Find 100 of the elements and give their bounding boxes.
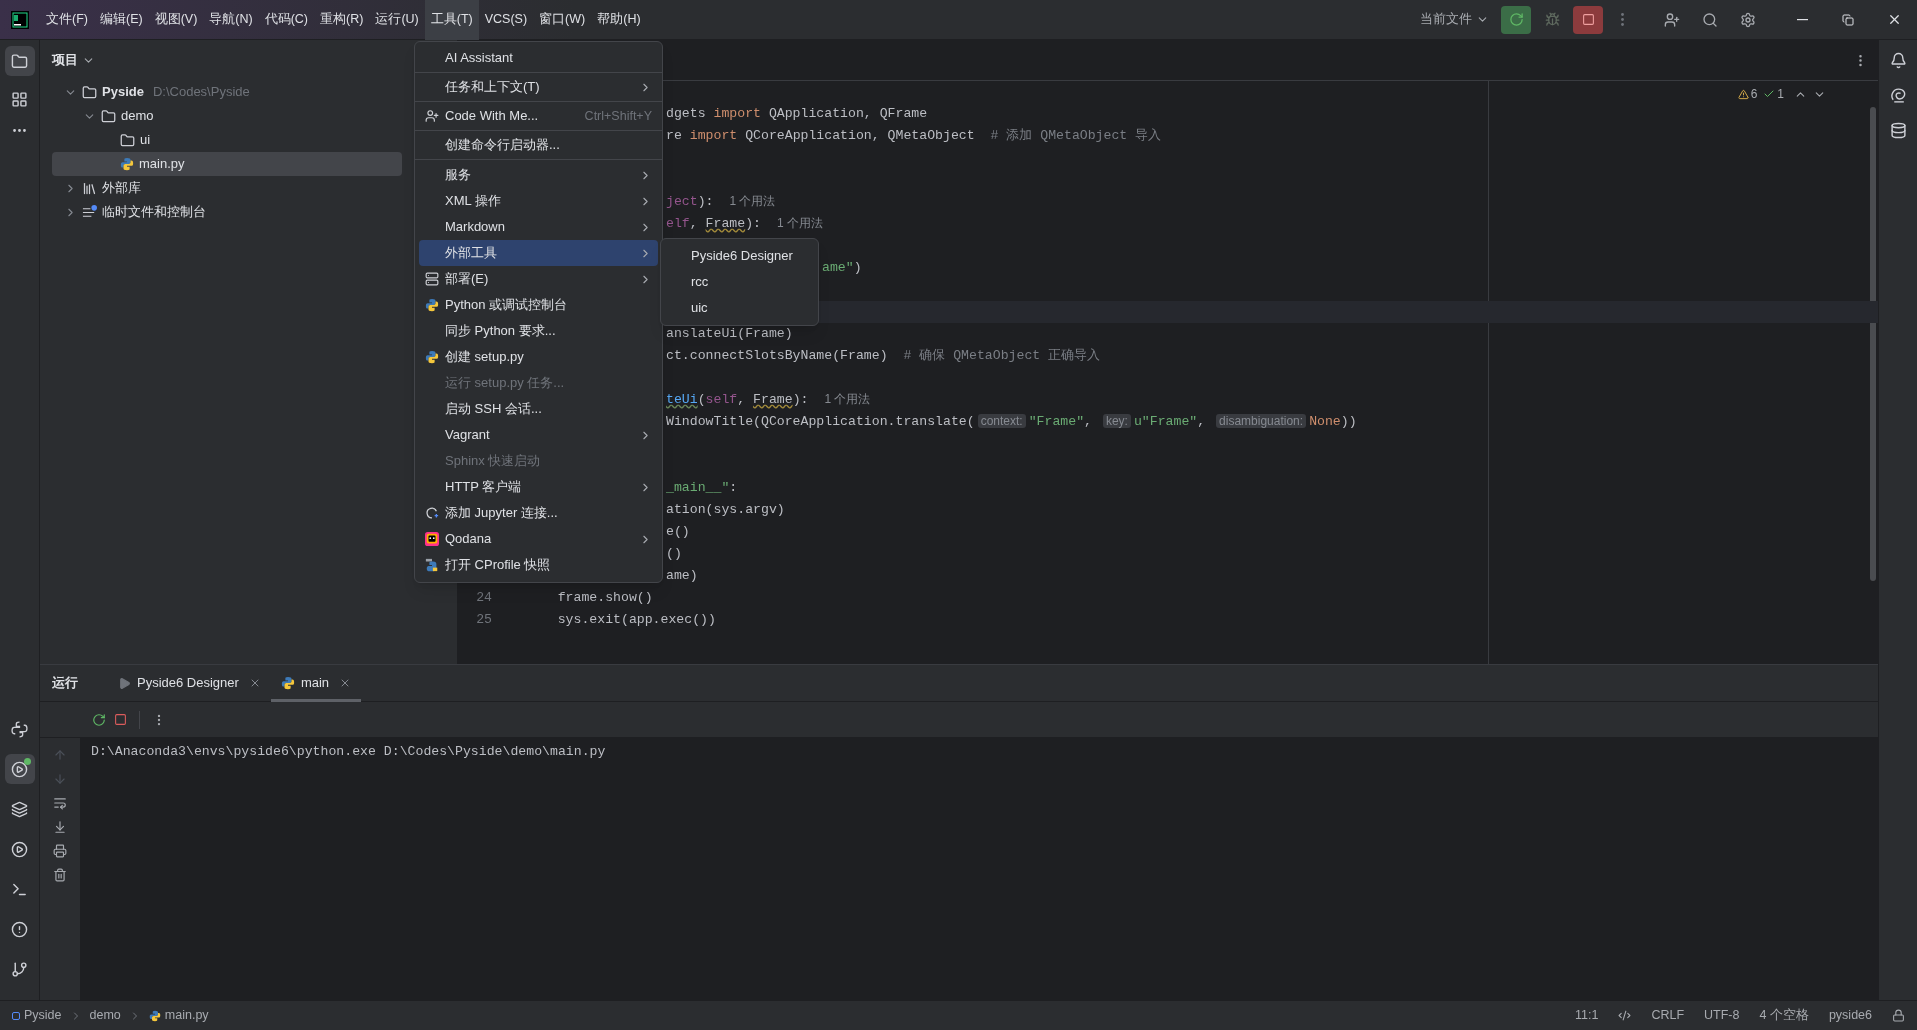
menu-item[interactable]: 启动 SSH 会话...	[419, 396, 658, 422]
file-encoding[interactable]: UTF-8	[1704, 1006, 1740, 1025]
tool-window-button[interactable]	[4, 46, 35, 76]
parameter-hint: context:	[977, 414, 1026, 429]
trash-icon[interactable]	[53, 868, 67, 882]
menu-item[interactable]: 编辑(E)	[93, 0, 149, 40]
menu-item[interactable]: 文件(F)	[40, 0, 94, 40]
wrap-icon[interactable]	[53, 796, 67, 810]
menu-item[interactable]: 服务	[419, 162, 658, 188]
user-plus-icon	[425, 109, 439, 123]
scratch-list-icon	[82, 204, 97, 220]
parameter-hint: disambiguation:	[1216, 414, 1307, 429]
menu-item[interactable]: 打开 CProfile 快照	[419, 552, 658, 578]
stop-button[interactable]	[1573, 5, 1603, 34]
menu-item[interactable]: Markdown	[419, 214, 658, 240]
run-tab[interactable]: main	[270, 664, 362, 702]
python-icon	[425, 350, 439, 364]
tree-item[interactable]: 外部库	[52, 176, 402, 200]
menu-item[interactable]: HTTP 客户端	[419, 474, 658, 500]
python-icon	[148, 1009, 161, 1022]
rerun-icon[interactable]	[92, 712, 106, 727]
run-tab[interactable]: Pyside6 Designer	[108, 664, 271, 702]
more-icon	[1620, 13, 1624, 26]
menu-item[interactable]: VCS(S)	[478, 0, 534, 40]
tree-item[interactable]: ui	[52, 128, 402, 152]
warning-icon	[1737, 88, 1749, 100]
spiral-icon[interactable]	[1889, 87, 1907, 104]
interpreter[interactable]: pyside6	[1828, 1006, 1872, 1025]
stop-icon[interactable]	[114, 713, 127, 726]
menu-item[interactable]: Pyside6 Designer	[665, 243, 814, 269]
menu-item[interactable]: Python 或调试控制台	[419, 292, 658, 318]
menu-item[interactable]: 创建命令行启动器...	[419, 133, 658, 157]
robot-face-icon	[425, 532, 439, 546]
code-line: sys.exit(app.exec())	[556, 611, 716, 630]
menu-item[interactable]: 添加 Jupyter 连接...	[419, 500, 658, 526]
warning-count[interactable]: 6	[1737, 85, 1758, 103]
stop-icon	[1581, 13, 1595, 26]
usage-hint[interactable]: 1 个用法	[824, 392, 871, 407]
menu-item[interactable]: 同步 Python 要求...	[419, 318, 658, 344]
tree-label: main.py	[139, 155, 185, 174]
scroll-to-end-icon[interactable]	[53, 820, 67, 834]
code-line: ct.connectSlotsByName(Frame) # 确保 QMetaObject 正确导入	[666, 347, 1101, 366]
code-line: ()	[666, 545, 682, 564]
tree-label: 临时文件和控制台	[102, 203, 206, 222]
typo-count[interactable]: 1	[1763, 85, 1784, 103]
rerun-button[interactable]	[1501, 5, 1531, 34]
refresh-plus-icon	[425, 506, 439, 520]
menu-item[interactable]: 代码(C)	[258, 0, 315, 40]
lock-icon[interactable]	[1892, 1009, 1905, 1022]
tree-item[interactable]: main.py	[52, 152, 402, 176]
run-config-selector[interactable]: 当前文件	[1420, 10, 1489, 29]
project-path: D:\Codes\Pyside	[152, 83, 250, 102]
bell-icon[interactable]	[1889, 52, 1907, 69]
menu-item[interactable]: rcc	[665, 269, 814, 295]
code-line: ject): 1 个用法	[666, 193, 776, 212]
database-icon[interactable]	[1889, 122, 1907, 139]
menu-item[interactable]: 导航(N)	[203, 0, 259, 40]
menu-item[interactable]: 创建 setup.py	[419, 344, 658, 370]
menu-item[interactable]: 任务和上下文(T)	[419, 75, 658, 99]
menu-item[interactable]: 部署(E)	[419, 266, 658, 292]
print-icon[interactable]	[53, 844, 67, 858]
menu-item[interactable]: 工具(T)	[424, 0, 479, 40]
tab-label: main	[300, 674, 330, 693]
tree-item[interactable]: demo	[52, 104, 402, 128]
menu-item[interactable]: 运行(U)	[369, 0, 425, 40]
menu-item[interactable]: AI Assistant	[419, 46, 658, 70]
line-separator[interactable]: CRLF	[1651, 1006, 1685, 1025]
parameter-hint: key:	[1102, 414, 1131, 429]
tree-item[interactable]: Pyside D:\Codes\Pyside	[52, 80, 402, 104]
menu-item[interactable]: Vagrant	[419, 422, 658, 448]
tree-label: Pyside	[102, 83, 144, 102]
menu-item[interactable]: 帮助(H)	[591, 0, 647, 40]
menu-item[interactable]: Code With Me... Ctrl+Shift+Y	[419, 104, 658, 128]
tree-item[interactable]: 临时文件和控制台	[52, 200, 402, 224]
scrollbar[interactable]	[1870, 107, 1876, 581]
breadcrumb[interactable]: Pyside	[24, 1006, 62, 1025]
python-icon	[11, 720, 28, 738]
menu-item[interactable]: 窗口(W)	[533, 0, 592, 40]
python-clock-icon	[425, 558, 439, 572]
breadcrumb[interactable]: main.py	[164, 1006, 209, 1025]
menu-item[interactable]: XML 操作	[419, 188, 658, 214]
menu-item[interactable]: uic	[665, 295, 814, 321]
project-view-selector[interactable]: 项目	[52, 50, 95, 70]
tree-label: ui	[140, 131, 151, 150]
menu-item[interactable]: 重构(R)	[314, 0, 370, 40]
usage-hint[interactable]: 1 个用法	[777, 216, 823, 231]
panel-title: 运行	[52, 674, 78, 693]
menu-item[interactable]: 视图(V)	[148, 0, 204, 40]
tool-window-button[interactable]	[4, 754, 35, 784]
menu-item[interactable]: Qodana	[419, 526, 658, 552]
tree-label: 外部库	[102, 179, 141, 198]
folder-icon	[101, 108, 116, 124]
menu-item[interactable]: 外部工具	[419, 240, 658, 266]
breadcrumb[interactable]: demo	[89, 1006, 121, 1025]
restore-icon	[1842, 13, 1854, 26]
indent-setting[interactable]: 4 个空格	[1759, 1006, 1809, 1025]
caret-position[interactable]: 11:1	[1575, 1006, 1599, 1025]
code-line: ame)	[666, 567, 698, 586]
usage-hint[interactable]: 1 个用法	[729, 194, 776, 209]
library-icon	[82, 180, 97, 196]
